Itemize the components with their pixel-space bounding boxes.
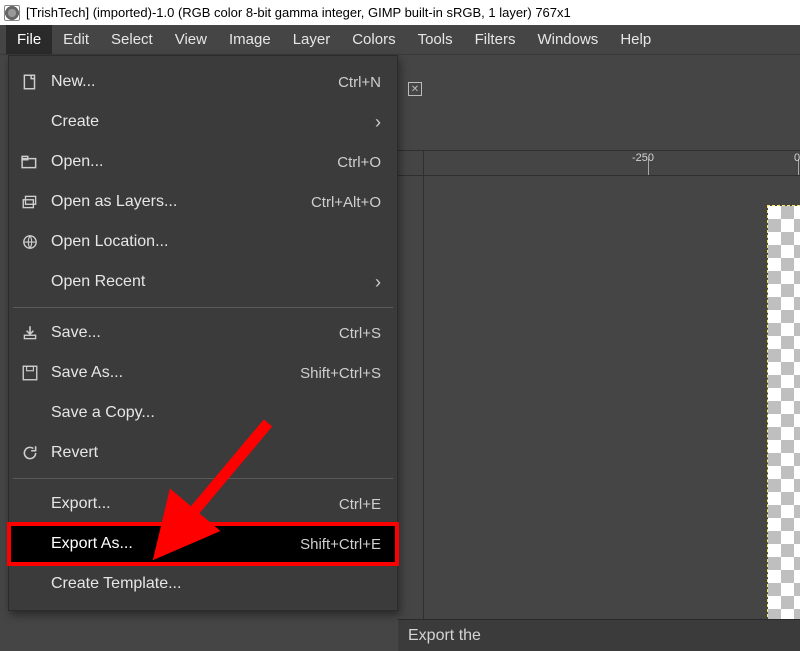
chevron-right-icon: › xyxy=(375,272,381,293)
menuitem-shortcut: Shift+Ctrl+E xyxy=(300,536,381,553)
menuitem-export-as[interactable]: Export As... Shift+Ctrl+E xyxy=(9,524,397,564)
menu-help[interactable]: Help xyxy=(609,25,662,54)
menuitem-shortcut: Ctrl+N xyxy=(338,74,381,91)
menuitem-save-as[interactable]: Save As... Shift+Ctrl+S xyxy=(9,353,397,393)
blank-icon xyxy=(19,495,41,513)
image-canvas[interactable] xyxy=(768,206,800,619)
menu-file[interactable]: File xyxy=(6,25,52,54)
menuitem-shortcut: Shift+Ctrl+S xyxy=(300,365,381,382)
save-icon xyxy=(19,324,41,342)
blank-icon xyxy=(19,113,41,131)
menuitem-shortcut: Ctrl+O xyxy=(337,154,381,171)
menu-edit[interactable]: Edit xyxy=(52,25,100,54)
menuitem-label: Create Template... xyxy=(51,575,381,593)
menu-image[interactable]: Image xyxy=(218,25,282,54)
menuitem-export[interactable]: Export... Ctrl+E xyxy=(9,484,397,524)
menuitem-save[interactable]: Save... Ctrl+S xyxy=(9,313,397,353)
menuitem-label: Revert xyxy=(51,444,381,462)
menuitem-save-copy[interactable]: Save a Copy... xyxy=(9,393,397,433)
menuitem-label: Save... xyxy=(51,324,325,342)
menuitem-shortcut: Ctrl+S xyxy=(339,325,381,342)
menu-separator xyxy=(13,307,393,308)
menuitem-label: Open... xyxy=(51,153,323,171)
menuitem-create-template[interactable]: Create Template... xyxy=(9,564,397,604)
menu-windows[interactable]: Windows xyxy=(526,25,609,54)
menuitem-label: Open Location... xyxy=(51,233,381,251)
menuitem-label: Create xyxy=(51,113,361,131)
menubar: File Edit Select View Image Layer Colors… xyxy=(0,25,800,55)
gimp-app-icon xyxy=(4,5,20,21)
menu-separator xyxy=(13,478,393,479)
menuitem-revert[interactable]: Revert xyxy=(9,433,397,473)
ruler-label: 0 xyxy=(794,152,800,164)
statusbar: Export the xyxy=(398,619,800,651)
layers-icon xyxy=(19,193,41,211)
menuitem-label: Save a Copy... xyxy=(51,404,381,422)
revert-icon xyxy=(19,444,41,462)
tab-strip: ✕ xyxy=(408,82,422,96)
saveas-icon xyxy=(19,364,41,382)
globe-icon xyxy=(19,233,41,251)
menuitem-create[interactable]: Create › xyxy=(9,102,397,142)
menu-colors[interactable]: Colors xyxy=(341,25,406,54)
new-icon xyxy=(19,73,41,91)
ruler-horizontal: -250 0 xyxy=(398,150,800,176)
blank-icon xyxy=(19,575,41,593)
menuitem-label: Export... xyxy=(51,495,325,513)
window-title: [TrishTech] (imported)-1.0 (RGB color 8-… xyxy=(26,5,571,20)
canvas-area xyxy=(398,176,800,619)
chevron-right-icon: › xyxy=(375,112,381,133)
menuitem-open-location[interactable]: Open Location... xyxy=(9,222,397,262)
titlebar: [TrishTech] (imported)-1.0 (RGB color 8-… xyxy=(0,0,800,25)
menuitem-shortcut: Ctrl+E xyxy=(339,496,381,513)
blank-icon xyxy=(19,273,41,291)
menu-view[interactable]: View xyxy=(164,25,218,54)
menuitem-label: Open as Layers... xyxy=(51,193,297,211)
menuitem-label: New... xyxy=(51,73,324,91)
menu-filters[interactable]: Filters xyxy=(464,25,527,54)
open-icon xyxy=(19,153,41,171)
close-icon[interactable]: ✕ xyxy=(408,82,422,96)
ruler-corner xyxy=(398,151,424,177)
menuitem-shortcut: Ctrl+Alt+O xyxy=(311,194,381,211)
menuitem-label: Export As... xyxy=(51,535,286,553)
file-menu-dropdown: New... Ctrl+N Create › Open... Ctrl+O Op… xyxy=(8,55,398,611)
menuitem-open-as-layers[interactable]: Open as Layers... Ctrl+Alt+O xyxy=(9,182,397,222)
ruler-label: -250 xyxy=(632,152,654,164)
menu-tools[interactable]: Tools xyxy=(407,25,464,54)
blank-icon xyxy=(19,535,41,553)
menuitem-open-recent[interactable]: Open Recent › xyxy=(9,262,397,302)
ruler-vertical xyxy=(398,176,424,619)
blank-icon xyxy=(19,404,41,422)
menuitem-label: Open Recent xyxy=(51,273,361,291)
menuitem-open[interactable]: Open... Ctrl+O xyxy=(9,142,397,182)
status-text: Export the xyxy=(408,627,481,645)
menuitem-label: Save As... xyxy=(51,364,286,382)
menu-layer[interactable]: Layer xyxy=(282,25,342,54)
menuitem-new[interactable]: New... Ctrl+N xyxy=(9,62,397,102)
menu-select[interactable]: Select xyxy=(100,25,164,54)
